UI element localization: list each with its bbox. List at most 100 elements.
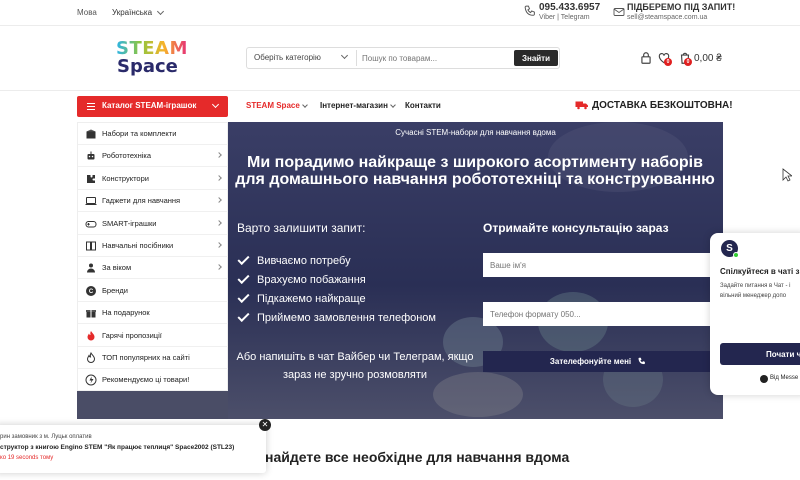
benefit-item: Приймемо замовлення телефоном bbox=[237, 309, 436, 324]
language-label: Мова bbox=[77, 8, 97, 17]
sidebar-item[interactable]: Гарячі пропозиції bbox=[78, 325, 228, 347]
gift-icon bbox=[86, 310, 96, 318]
phone-field[interactable] bbox=[483, 302, 713, 326]
name-field[interactable] bbox=[483, 253, 713, 277]
benefit-label: Вивчаємо потребу bbox=[257, 255, 351, 267]
language-select[interactable]: Українська bbox=[112, 7, 165, 17]
sidebar-item[interactable]: Гаджети для навчання bbox=[78, 190, 228, 213]
check-icon bbox=[237, 252, 250, 266]
fire-icon bbox=[87, 330, 95, 341]
site-logo[interactable]: STEAM Space bbox=[116, 38, 190, 78]
hero-subtitle: Сучасні STEM-набори для навчання вдома bbox=[395, 128, 556, 137]
sidebar-item[interactable]: SMART-іграшки bbox=[78, 213, 228, 235]
chevron-right-icon bbox=[216, 242, 222, 248]
menu-icon bbox=[87, 103, 95, 110]
check-icon bbox=[237, 271, 250, 285]
catalog-button[interactable]: Каталог STEAM-іграшок bbox=[77, 96, 228, 117]
phone-icon bbox=[638, 357, 645, 365]
sidebar-item-label: За віком bbox=[102, 263, 132, 273]
mouse-cursor-icon bbox=[782, 168, 792, 182]
chat-text: Задайте питання в Чат - і bbox=[720, 283, 791, 289]
recent-purchase-popup[interactable]: рин замовник з м. Луцьк оплатив структор… bbox=[0, 425, 266, 473]
call-me-label: Зателефонуйте мені bbox=[549, 357, 632, 366]
messenger-icon bbox=[760, 375, 768, 383]
benefit-item: Врахуємо побажання bbox=[237, 271, 366, 286]
sidebar-item[interactable]: ТОП популярних на сайті bbox=[78, 347, 228, 369]
nav-label: Інтернет-магазин bbox=[320, 101, 388, 110]
hero-strip bbox=[77, 391, 228, 419]
brand-icon: C bbox=[86, 285, 96, 296]
benefit-label: Врахуємо побажання bbox=[257, 274, 366, 286]
call-me-button[interactable]: Зателефонуйте мені bbox=[483, 351, 713, 372]
nav-shop[interactable]: Інтернет-магазин bbox=[320, 101, 396, 110]
star-badge-icon bbox=[85, 374, 97, 386]
sidebar-item-label: Рекомендуємо ці товари! bbox=[102, 375, 190, 385]
phone-number[interactable]: 095.433.6957 bbox=[539, 2, 600, 13]
gamepad-icon bbox=[85, 220, 97, 228]
sidebar-item-label: На подарунок bbox=[102, 308, 150, 318]
benefit-item: Підкажемо найкраще bbox=[237, 290, 366, 305]
request-benefits-heading: Варто залишити запит: bbox=[237, 221, 366, 235]
chevron-down-icon bbox=[211, 100, 220, 109]
chevron-right-icon bbox=[216, 174, 222, 181]
tablet-icon bbox=[85, 197, 97, 206]
start-chat-button[interactable]: Почати ч bbox=[720, 343, 800, 365]
sidebar-item-label: SMART-іграшки bbox=[102, 218, 157, 228]
popup-time: ко 19 seconds тому bbox=[0, 455, 54, 461]
sidebar-item[interactable]: За віком bbox=[78, 257, 228, 280]
request-heading: ПІДБЕРЕМО ПІД ЗАПИТ! bbox=[627, 2, 736, 12]
benefit-label: Підкажемо найкраще bbox=[257, 293, 366, 305]
page: Мова Українська 095.433.6957 Viber | Tel… bbox=[0, 0, 800, 480]
search-button[interactable]: Знайти bbox=[514, 50, 558, 66]
sidebar-item[interactable]: Рекомендуємо ці товари! bbox=[78, 369, 228, 392]
divider bbox=[0, 90, 800, 91]
sidebar-item[interactable]: Навчальні посібники bbox=[78, 235, 228, 257]
divider bbox=[356, 50, 357, 66]
sidebar-item[interactable]: На подарунок bbox=[78, 302, 228, 325]
chevron-right-icon bbox=[216, 197, 222, 204]
popup-product: структор з книгою Engino STEM "Як працює… bbox=[0, 444, 235, 451]
chevron-right-icon bbox=[216, 219, 222, 226]
sidebar-item-label: Робототехніка bbox=[102, 151, 152, 161]
sidebar-item[interactable]: C Бренди bbox=[78, 280, 228, 302]
mail-icon bbox=[613, 8, 625, 16]
benefit-label: Приймемо замовлення телефоном bbox=[257, 312, 436, 324]
divider bbox=[0, 25, 800, 26]
free-delivery-banner: ДОСТАВКА БЕЗКОШТОВНА! bbox=[592, 100, 733, 111]
sidebar-item-label: Набори та комплекти bbox=[102, 129, 177, 138]
messenger-link[interactable]: Від Messe bbox=[770, 375, 798, 381]
nav-steam-space[interactable]: STEAM Space bbox=[246, 101, 308, 110]
chevron-right-icon bbox=[216, 152, 222, 159]
email-link[interactable]: sell@steamspace.com.ua bbox=[627, 14, 707, 21]
chat-text: вільний менеджер допо bbox=[720, 293, 787, 299]
sidebar-item-label: Навчальні посібники bbox=[102, 241, 174, 250]
chevron-down-icon bbox=[390, 101, 396, 108]
lock-icon[interactable] bbox=[639, 51, 653, 65]
sidebar-item-label: Гаджети для навчання bbox=[102, 196, 181, 206]
chat-title: Спілкуйтеся в чаті з bbox=[720, 267, 800, 276]
close-icon[interactable]: ✕ bbox=[259, 419, 271, 431]
online-status-icon bbox=[733, 252, 739, 258]
chat-widget: S Спілкуйтеся в чаті з Задайте питання в… bbox=[710, 233, 800, 395]
chevron-down-icon bbox=[301, 101, 308, 108]
nav-label: STEAM Space bbox=[246, 101, 300, 110]
benefit-item: Вивчаємо потребу bbox=[237, 252, 351, 267]
nav-contacts[interactable]: Контакти bbox=[405, 101, 441, 110]
sidebar-item-label: Конструктори bbox=[102, 173, 149, 183]
check-icon bbox=[237, 290, 250, 304]
hero-title: Ми порадимо найкраще з широкого асортиме… bbox=[235, 154, 715, 188]
popup-buyer: рин замовник з м. Луцьк оплатив bbox=[0, 434, 92, 440]
age-icon bbox=[87, 263, 95, 273]
wishlist-count-badge: 0 bbox=[664, 58, 672, 66]
sidebar-item[interactable]: Конструктори bbox=[78, 168, 228, 190]
category-select[interactable]: Оберіть категорію bbox=[254, 53, 321, 62]
section-heading: найдете все необхідне для навчання вдома bbox=[265, 449, 570, 465]
sidebar-item[interactable]: Набори та комплекти bbox=[78, 123, 228, 145]
cart-total[interactable]: 0,00 ₴ bbox=[694, 53, 722, 64]
sidebar-item-label: Бренди bbox=[102, 285, 128, 295]
chevron-down-icon bbox=[157, 7, 165, 15]
check-icon bbox=[237, 309, 250, 323]
search-input[interactable] bbox=[362, 50, 507, 66]
truck-icon bbox=[575, 101, 588, 110]
sidebar-item[interactable]: Робототехніка bbox=[78, 145, 228, 168]
